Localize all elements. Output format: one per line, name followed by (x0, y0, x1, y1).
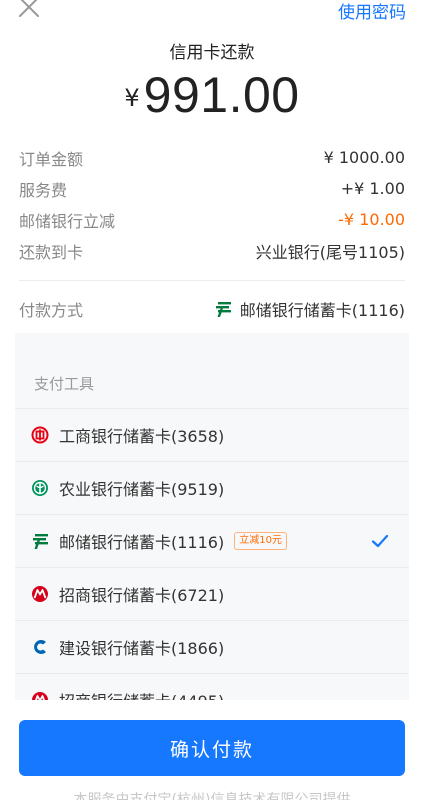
detail-label: 还款到卡 (19, 242, 84, 262)
payment-tool-item[interactable]: 工商银行储蓄卡(3658) (15, 408, 409, 461)
divider (19, 280, 405, 281)
payment-tool-item[interactable]: 招商银行储蓄卡(6721) (15, 567, 409, 620)
detail-label: 服务费 (19, 180, 68, 200)
icbc-bank-icon (31, 426, 49, 444)
footer-note: 本服务由支付宝(杭州)信息技术有限公司提供 (73, 792, 351, 800)
payment-tools-list: 工商银行储蓄卡(3658) 农业银行储蓄卡(9519) 邮储银行储蓄卡(1116… (15, 408, 409, 726)
payment-tools-panel: 支付工具 工商银行储蓄卡(3658) 农业银行储蓄卡(9519) 邮储银行储蓄卡… (15, 333, 409, 733)
payment-method-row[interactable]: 付款方式 邮储银行储蓄卡(1116) (19, 291, 405, 327)
abc-bank-icon (31, 479, 49, 497)
close-icon (19, 0, 39, 17)
page-title: 信用卡还款 (169, 43, 255, 63)
psbc-bank-icon (214, 300, 232, 318)
payment-tool-name: 建设银行储蓄卡(1866) (59, 639, 225, 658)
confirm-payment-button[interactable]: 确认付款 (19, 720, 405, 776)
detail-value: 兴业银行(尾号1105) (255, 242, 405, 262)
discount-badge: 立减10元 (234, 532, 287, 550)
top-bar: 使用密码 (0, 0, 424, 30)
payment-method-label: 付款方式 (19, 301, 84, 320)
payment-tool-item[interactable]: 农业银行储蓄卡(9519) (15, 461, 409, 514)
psbc-bank-icon (31, 532, 49, 550)
ccb-bank-icon (31, 638, 49, 656)
detail-value-discount: -¥ 10.00 (338, 210, 405, 229)
cmb-bank-icon (31, 585, 49, 603)
payment-tool-item[interactable]: 建设银行储蓄卡(1866) (15, 620, 409, 673)
detail-value: ¥ 1000.00 (323, 148, 405, 167)
payment-tool-name: 邮储银行储蓄卡(1116) (59, 533, 225, 552)
detail-value: +¥ 1.00 (340, 179, 405, 198)
payment-method-name: 邮储银行储蓄卡(1116) (239, 301, 405, 320)
close-button[interactable] (16, 0, 42, 22)
payment-method-value: 邮储银行储蓄卡(1116) (214, 297, 405, 321)
amount-value: 991.00 (143, 67, 300, 123)
payment-tool-name: 招商银行储蓄卡(6721) (59, 586, 225, 605)
payment-tool-name: 工商银行储蓄卡(3658) (59, 427, 225, 446)
currency-symbol: ¥ (124, 84, 140, 112)
checkmark-icon (371, 532, 389, 550)
payment-tool-item-selected[interactable]: 邮储银行储蓄卡(1116) 立减10元 (15, 514, 409, 567)
payment-tools-title: 支付工具 (34, 375, 95, 393)
payment-amount: ¥991.00 (0, 66, 424, 124)
detail-row-service-fee: 服务费 +¥ 1.00 (19, 173, 405, 204)
payment-tool-name: 农业银行储蓄卡(9519) (59, 480, 225, 499)
order-details: 订单金额 ¥ 1000.00 服务费 +¥ 1.00 邮储银行立减 -¥ 10.… (19, 142, 405, 266)
detail-label: 订单金额 (19, 149, 84, 169)
detail-row-discount: 邮储银行立减 -¥ 10.00 (19, 204, 405, 235)
detail-row-repay-card: 还款到卡 兴业银行(尾号1105) (19, 235, 405, 266)
detail-row-order-amount: 订单金额 ¥ 1000.00 (19, 142, 405, 173)
detail-label: 邮储银行立减 (19, 211, 116, 231)
use-password-link[interactable]: 使用密码 (338, 0, 406, 23)
